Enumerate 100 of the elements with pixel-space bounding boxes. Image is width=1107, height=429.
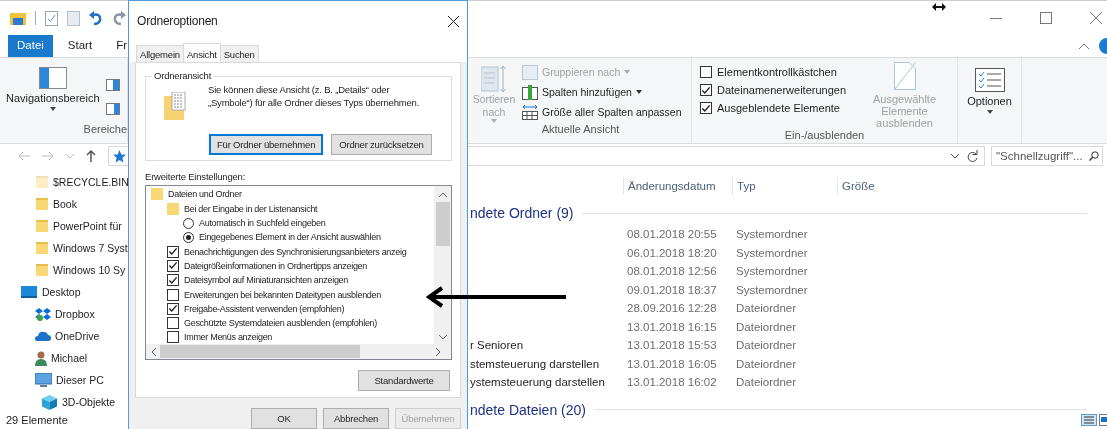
details-view-icon[interactable]: [1081, 414, 1097, 426]
chevron-down-icon[interactable]: [951, 153, 959, 159]
checkbox[interactable]: [167, 259, 179, 272]
options-button[interactable]: Optionen: [958, 58, 1021, 114]
checkbox[interactable]: [167, 274, 179, 287]
group-header[interactable]: ndete Dateien (20): [470, 401, 586, 418]
navigation-pane-button[interactable]: Navigationsbereich: [6, 62, 100, 123]
type-cell-text: Dateiordner: [735, 357, 798, 370]
ribbon-command[interactable]: Größe aller Spalten anpassen: [522, 104, 682, 120]
cloud-icon: [35, 330, 51, 342]
checkbox-label: Elementkontrollkästchen: [717, 66, 837, 78]
nav-item[interactable]: 3D-Objekte: [62, 396, 116, 408]
description-text: Sie können diese Ansicht (z. B. „Details“ oder „Symbole“) für alle Ordner dieses Typs übernehmen.: [208, 84, 421, 110]
dialog-tab[interactable]: Suchen: [219, 45, 259, 62]
file-name[interactable]: r Senioren: [470, 339, 524, 352]
folder-view-button[interactable]: Für Ordner übernehmen: [209, 134, 324, 155]
item-count: 29 Elemente: [6, 414, 68, 426]
group-icon: [522, 64, 538, 80]
close-icon[interactable]: [448, 15, 459, 27]
folder-icon: [35, 263, 49, 277]
file-name[interactable]: ystemsteuerung darstellen: [470, 376, 605, 389]
nav-item[interactable]: Windows 10 Sy: [53, 264, 126, 276]
up-icon[interactable]: [86, 150, 96, 162]
checkbox[interactable]: [167, 331, 179, 344]
search-field[interactable]: "Schnellzugriff"...: [991, 146, 1103, 166]
hidden-page-icon: [893, 62, 916, 90]
column-header[interactable]: Typ: [732, 177, 837, 195]
options-icon: [974, 68, 1005, 92]
ribbon-command[interactable]: Spalten hinzufügen: [522, 84, 682, 100]
option-label: Dateigrößeinformationen in Ordnertipps anzeigen: [184, 260, 367, 271]
date-cell-text: 28.09.2016 12:28: [626, 302, 718, 315]
horizontal-scrollbar[interactable]: [146, 344, 451, 359]
caret-icon: [635, 90, 642, 94]
undo-icon[interactable]: [89, 11, 103, 25]
search-icon[interactable]: [1089, 151, 1099, 161]
column-header[interactable]: Größe: [837, 177, 927, 195]
help-icon[interactable]: [1099, 38, 1107, 54]
ribbon-tab[interactable]: Start: [58, 35, 102, 57]
pane-icon[interactable]: [105, 103, 120, 115]
scroll-right-icon[interactable]: [436, 347, 441, 356]
folder-view-button[interactable]: Ordner zurücksetzen: [331, 134, 432, 155]
nav-item[interactable]: Windows 7 Syst: [53, 242, 128, 254]
nav-item[interactable]: OneDrive: [55, 330, 100, 342]
ribbon-tab[interactable]: Datei: [8, 35, 53, 57]
checkbox[interactable]: [167, 317, 179, 330]
nav-item[interactable]: Desktop: [42, 286, 81, 298]
star-icon: [113, 149, 126, 163]
tiles-view-icon[interactable]: [1099, 414, 1107, 426]
group-header[interactable]: ndete Ordner (9): [470, 205, 574, 221]
folder-icon: [35, 197, 49, 211]
checkbox-label: Ausgeblendete Elemente: [717, 102, 840, 114]
dialog-button[interactable]: Abbrechen: [323, 408, 389, 429]
scroll-thumb[interactable]: [435, 202, 450, 247]
nav-item[interactable]: Dieser PC: [56, 374, 104, 386]
checkbox[interactable]: [700, 66, 712, 78]
refresh-icon[interactable]: [967, 150, 978, 162]
sort-icon: [481, 65, 507, 93]
type-cell-text: Systemordner: [735, 265, 809, 278]
nav-item[interactable]: Dropbox: [55, 308, 95, 320]
file-name[interactable]: stemsteuerung darstellen: [470, 357, 600, 370]
scroll-left-icon[interactable]: [151, 347, 156, 356]
nav-item[interactable]: $RECYCLE.BIN: [53, 176, 129, 188]
type-cell-text: Systemordner: [735, 246, 809, 259]
option-label: Eingegebenes Element in der Ansicht auswählen: [199, 232, 381, 243]
user-icon: [35, 350, 47, 366]
pane-icon[interactable]: [105, 79, 120, 91]
option-label: Automatisch in Suchfeld eingeben: [199, 218, 326, 229]
radio-button[interactable]: [183, 217, 194, 229]
scroll-down-icon[interactable]: [438, 335, 447, 340]
nav-item[interactable]: PowerPoint für: [53, 220, 122, 232]
scroll-up-icon[interactable]: [438, 192, 447, 198]
navigation-pane-icon: [38, 67, 67, 89]
collapse-ribbon-icon[interactable]: [1079, 43, 1089, 49]
option-label: Benachrichtigungen des Synchronisierungsanbieters anzeig: [184, 246, 407, 257]
vertical-scrollbar[interactable]: [434, 186, 451, 344]
checkbox[interactable]: [167, 288, 179, 301]
option-label: Freigabe-Assistent verwenden (empfohlen): [184, 303, 345, 314]
column-width-icon: [522, 104, 538, 120]
checkbox[interactable]: [167, 245, 179, 258]
date-cell-text: 06.01.2018 18:20: [626, 246, 718, 259]
checkbox[interactable]: [700, 102, 712, 114]
restore-defaults-button[interactable]: Standardwerte: [358, 370, 450, 391]
tree-label: Dateien und Ordner: [168, 189, 242, 200]
group-title: Ordneransicht: [152, 70, 214, 81]
folder-icon[interactable]: [10, 11, 26, 25]
type-cell-text: Dateiordner: [735, 339, 798, 352]
nav-item[interactable]: Michael: [51, 352, 88, 364]
scroll-thumb[interactable]: [160, 345, 360, 358]
column-header[interactable]: Änderungsdatum: [623, 177, 732, 195]
checkbox[interactable]: [700, 84, 712, 96]
folder-icon: [35, 241, 49, 255]
radio-button[interactable]: [183, 231, 194, 243]
checkbox[interactable]: [167, 302, 179, 315]
redo-icon[interactable]: [112, 11, 126, 25]
option-label: Geschützte Systemdateien ausblenden (empfohlen): [184, 318, 378, 329]
date-cell-text: 08.01.2018 20:55: [626, 228, 718, 241]
dialog-tab[interactable]: Allgemein: [136, 45, 184, 62]
nav-item[interactable]: Book: [53, 198, 77, 210]
maximize-icon[interactable]: [1040, 12, 1052, 24]
dialog-button[interactable]: OK: [251, 408, 317, 429]
